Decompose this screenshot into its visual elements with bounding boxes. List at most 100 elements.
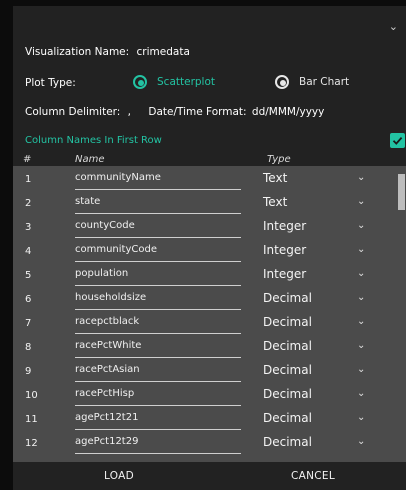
cancel-button[interactable]: CANCEL [291,470,335,482]
column-name-underline [75,381,241,382]
column-name-input[interactable]: racePctAsian [75,364,140,375]
column-name-underline [75,333,241,334]
create-visualization-dialog: ⌄ Visualization Name: crimedata Plot Typ… [13,6,406,490]
dialog-footer: LOAD CANCEL [13,462,406,490]
column-name-underline [75,285,241,286]
table-row: 6 householdsize Decimal ⌄ [13,288,393,312]
column-type-select[interactable]: Decimal [263,363,312,377]
table-row: 7 racepctblack Decimal ⌄ [13,312,393,336]
column-type-select[interactable]: Integer [263,243,306,257]
chevron-down-icon[interactable]: ⌄ [357,364,365,375]
row-number: 7 [25,318,32,329]
column-type-select[interactable]: Decimal [263,291,312,305]
chevron-down-icon[interactable]: ⌄ [357,340,365,351]
column-name-underline [75,453,241,454]
radio-unselected-icon [275,75,289,89]
chevron-down-icon[interactable]: ⌄ [357,244,365,255]
column-type-select[interactable]: Decimal [263,387,312,401]
row-number: 1 [25,174,32,185]
plot-type-label: Plot Type: [25,77,76,89]
column-name-input[interactable]: communityName [75,172,161,183]
viz-name-label: Visualization Name: [25,46,130,58]
column-name-input[interactable]: racePctWhite [75,340,141,351]
column-type-select[interactable]: Text [263,195,287,209]
chevron-down-icon[interactable]: ⌄ [357,412,365,423]
column-name-underline [75,237,241,238]
header-type: Type [267,154,291,165]
column-name-underline [75,189,241,190]
header-num: # [23,154,32,165]
column-name-underline [75,309,241,310]
row-number: 3 [25,222,32,233]
chevron-down-icon[interactable]: ⌄ [357,220,365,231]
chevron-down-icon[interactable]: ⌄ [357,388,365,399]
column-type-select[interactable]: Decimal [263,339,312,353]
date-format-value[interactable]: dd/MMM/yyyy [252,106,324,118]
chevron-down-icon[interactable]: ⌄ [357,268,365,279]
chevron-down-icon[interactable]: ⌄ [357,196,365,207]
row-number: 10 [25,390,38,401]
column-type-select[interactable]: Integer [263,267,306,281]
delimiter-label: Column Delimiter: [25,106,121,118]
viz-name-row: Visualization Name: crimedata [25,46,190,58]
table-row: 11 agePct12t21 Decimal ⌄ [13,408,393,432]
row-number: 11 [25,414,38,425]
header-name: Name [75,154,105,165]
table-row: 4 communityCode Integer ⌄ [13,240,393,264]
row-number: 6 [25,294,32,305]
chevron-down-icon[interactable]: ⌄ [357,172,365,183]
column-name-input[interactable]: countyCode [75,220,135,231]
column-name-underline [75,429,241,430]
date-format-label: Date/Time Format: [148,106,247,118]
scrollbar-thumb[interactable] [398,174,405,210]
column-name-input[interactable]: population [75,268,128,279]
table-row: 1 communityName Text ⌄ [13,168,393,192]
check-icon [392,137,403,145]
row-number: 12 [25,438,38,449]
column-name-input[interactable]: state [75,196,100,207]
column-type-select[interactable]: Integer [263,219,306,233]
column-type-select[interactable]: Decimal [263,435,312,449]
column-name-input[interactable]: householdsize [75,292,146,303]
row-number: 8 [25,342,32,353]
delimiter-row: Column Delimiter: , Date/Time Format: dd… [25,106,324,118]
chevron-down-icon[interactable]: ⌄ [357,292,365,303]
column-type-select[interactable]: Decimal [263,411,312,425]
column-type-select[interactable]: Decimal [263,315,312,329]
column-names-first-row-label: Column Names In First Row [25,135,162,146]
column-name-underline [75,357,241,358]
column-name-underline [75,261,241,262]
radio-scatterplot-label: Scatterplot [157,76,216,88]
radio-scatterplot[interactable]: Scatterplot [133,75,215,89]
table-row: 2 state Text ⌄ [13,192,393,216]
viz-name-value[interactable]: crimedata [137,46,190,58]
load-button[interactable]: LOAD [104,470,134,482]
table-row: 9 racePctAsian Decimal ⌄ [13,360,393,384]
row-number: 9 [25,366,32,377]
delimiter-value[interactable]: , [128,106,131,118]
radio-selected-icon [133,75,147,89]
column-names-first-row-checkbox[interactable] [390,133,405,148]
column-name-underline [75,213,241,214]
column-name-input[interactable]: racepctblack [75,316,139,327]
column-name-input[interactable]: agePct12t29 [75,436,138,447]
table-row: 8 racePctWhite Decimal ⌄ [13,336,393,360]
radio-bar-chart[interactable]: Bar Chart [275,75,349,89]
chevron-down-icon[interactable]: ⌄ [357,436,365,447]
row-number: 4 [25,246,32,257]
columns-table: 1 communityName Text ⌄ 2 state Text ⌄ 3 countyCod… [13,166,406,462]
column-type-select[interactable]: Text [263,171,287,185]
column-name-input[interactable]: agePct12t21 [75,412,138,423]
chevron-down-icon[interactable]: ⌄ [389,20,398,33]
table-row: 5 population Integer ⌄ [13,264,393,288]
table-row: 10 racePctHisp Decimal ⌄ [13,384,393,408]
table-row: 3 countyCode Integer ⌄ [13,216,393,240]
column-name-underline [75,405,241,406]
table-row: 12 agePct12t29 Decimal ⌄ [13,432,393,456]
column-name-input[interactable]: communityCode [75,244,157,255]
chevron-down-icon[interactable]: ⌄ [357,316,365,327]
column-name-input[interactable]: racePctHisp [75,388,134,399]
row-number: 5 [25,270,32,281]
row-number: 2 [25,198,32,209]
radio-bar-chart-label: Bar Chart [299,76,350,88]
